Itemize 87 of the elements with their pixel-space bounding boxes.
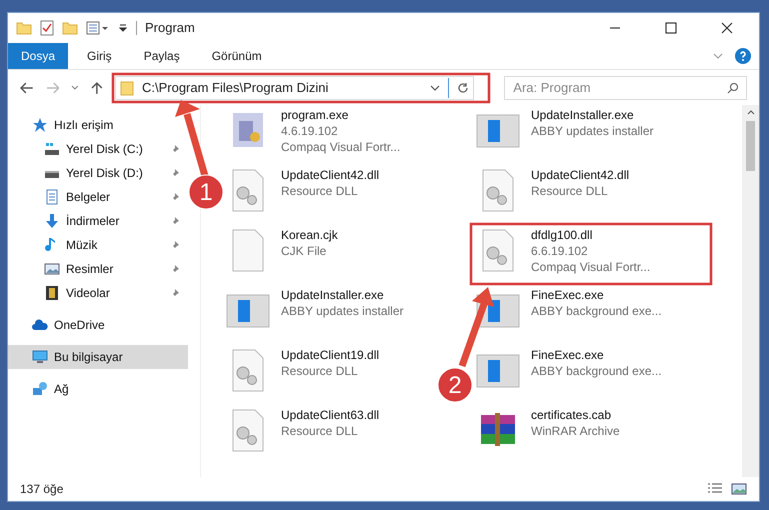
search-field[interactable]: Ara: Program [504,76,748,100]
file-tile[interactable]: FineExec.exe ABBY background exe... [475,345,662,405]
file-name: UpdateInstaller.exe [281,287,385,303]
cloud-icon [32,317,48,333]
help-icon[interactable] [735,48,751,64]
nav-item[interactable]: Hızlı erişim [8,113,188,137]
file-name: UpdateClient42.dll [281,167,380,183]
large-icons-view-icon[interactable] [731,483,747,495]
file-detail: WinRAR Archive [531,423,620,439]
file-tile[interactable]: UpdateClient42.dll Resource DLL [475,165,630,225]
file-tile[interactable]: Korean.cjk CJK File [225,225,338,285]
picture-icon [44,261,60,277]
monitor-icon [32,349,48,365]
nav-item[interactable]: Yerel Disk (C:) [8,137,188,161]
star-icon [32,117,48,133]
file-detail: Compaq Visual Fortr... [531,259,650,275]
address-bar[interactable]: C:\Program Files\Program Dizini [114,76,474,100]
title-separator [136,21,137,35]
file-detail: CJK File [281,243,328,259]
chevron-icon[interactable] [71,84,80,90]
scrollbar-thumb[interactable] [746,121,755,171]
file-detail: 6.6.19.102 [531,243,589,259]
annotation-badge: 2 [438,368,472,402]
file-detail: ABBY updates installer [531,123,654,139]
file-name: UpdateInstaller.exe [531,107,635,123]
file-tile[interactable]: certificates.cab WinRAR Archive [475,405,620,465]
file-detail: Resource DLL [281,363,359,379]
file-name: FineExec.exe [531,287,605,303]
file-tile[interactable]: UpdateInstaller.exe ABBY updates installer [225,285,404,345]
nav-item[interactable]: İndirmeler [8,209,188,233]
checklist-icon[interactable] [40,20,54,36]
nav-item[interactable]: Müzik [8,233,188,257]
window-title: Program [145,19,195,38]
film-icon [44,285,60,301]
up-arrow-icon[interactable] [91,80,103,94]
file-detail: ABBY background exe... [531,363,662,379]
item-count: 137 öğe [20,481,64,498]
ribbon-tab[interactable]: Paylaş [130,43,193,69]
network-icon [32,381,48,397]
details-view-icon[interactable] [707,483,723,495]
properties-icon[interactable] [86,21,110,35]
close-icon[interactable] [721,22,733,34]
file-name: UpdateClient19.dll [281,347,380,363]
annotation-badge: 1 [188,174,224,210]
file-name: program.exe [281,107,350,123]
search-icon [727,82,740,94]
document-icon [44,189,60,205]
nav-item[interactable]: Ağ [8,377,188,401]
file-tile[interactable]: UpdateClient63.dll Resource DLL [225,405,380,465]
ribbon-tab[interactable]: Görünüm [198,43,275,69]
scrollbar[interactable] [742,105,759,477]
file-detail: ABBY updates installer [281,303,404,319]
dropdown-icon[interactable] [118,23,128,33]
file-name: Korean.cjk [281,227,338,243]
ribbon-tab[interactable]: Giriş [74,43,125,69]
nav-item[interactable]: Belgeler [8,185,188,209]
nav-item[interactable]: OneDrive [8,313,188,337]
file-tile[interactable]: dfdlg100.dll 6.6.19.102 Compaq Visual Fortr... [475,225,650,285]
file-tile[interactable]: UpdateClient19.dll Resource DLL [225,345,380,405]
file-detail: Resource DLL [531,183,609,199]
ribbon-tab[interactable]: Dosya [8,43,68,69]
file-name: certificates.cab [531,407,612,423]
file-name: UpdateClient42.dll [531,167,630,183]
back-arrow-icon[interactable] [20,82,34,94]
file-name: FineExec.exe [531,347,605,363]
address-text: C:\Program Files\Program Dizini [142,80,328,96]
file-name: dfdlg100.dll [531,227,594,243]
nav-item[interactable]: Bu bilgisayar [8,345,188,369]
file-detail: Resource DLL [281,183,359,199]
nav-item[interactable]: Yerel Disk (D:) [8,161,188,185]
file-tile[interactable]: UpdateClient42.dll Resource DLL [225,165,380,225]
file-detail: Resource DLL [281,423,359,439]
file-tile[interactable]: program.exe 4.6.19.102 Compaq Visual Fortr... [225,105,400,165]
chevron-icon[interactable] [430,84,440,92]
file-name: UpdateClient63.dll [281,407,380,423]
file-detail: Compaq Visual Fortr... [281,139,400,155]
maximize-icon[interactable] [665,22,677,34]
folder-icon [120,80,134,96]
file-detail: ABBY background exe... [531,303,662,319]
nav-item[interactable]: Videolar [8,281,188,305]
download-arrow-icon [44,213,60,229]
file-tile[interactable]: UpdateInstaller.exe ABBY updates installer [475,105,654,165]
refresh-icon[interactable] [457,82,470,94]
drive-icon [44,141,60,157]
scroll-up-icon[interactable] [746,109,754,115]
file-detail: 4.6.19.102 [281,123,339,139]
nav-item[interactable]: Resimler [8,257,188,281]
